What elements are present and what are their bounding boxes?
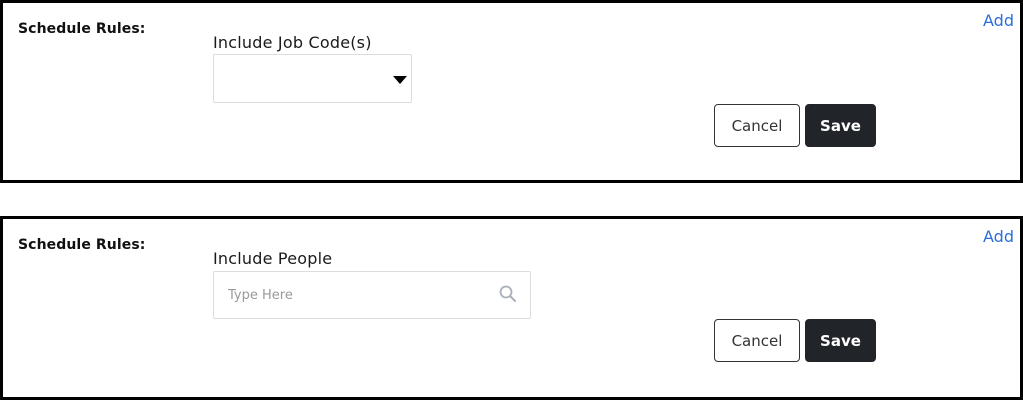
caret-down-icon: [393, 76, 407, 84]
cancel-button[interactable]: Cancel: [714, 104, 800, 147]
people-search-input[interactable]: [214, 272, 484, 318]
cancel-button[interactable]: Cancel: [714, 319, 800, 362]
add-link[interactable]: Add: [983, 11, 1014, 30]
include-job-codes-label: Include Job Code(s): [213, 33, 372, 52]
section-label: Schedule Rules:: [18, 237, 146, 253]
save-button[interactable]: Save: [805, 104, 876, 147]
search-icon[interactable]: [498, 284, 518, 304]
schedule-rules-panel-people: Schedule Rules: Add Include People Cance…: [0, 216, 1023, 400]
section-label: Schedule Rules:: [18, 21, 146, 37]
schedule-rules-panel-job-codes: Schedule Rules: Add Include Job Code(s) …: [0, 0, 1023, 183]
include-people-label: Include People: [213, 249, 333, 268]
add-link[interactable]: Add: [983, 227, 1014, 246]
save-button[interactable]: Save: [805, 319, 876, 362]
job-code-select[interactable]: [213, 54, 412, 103]
people-search-box: [213, 271, 531, 319]
